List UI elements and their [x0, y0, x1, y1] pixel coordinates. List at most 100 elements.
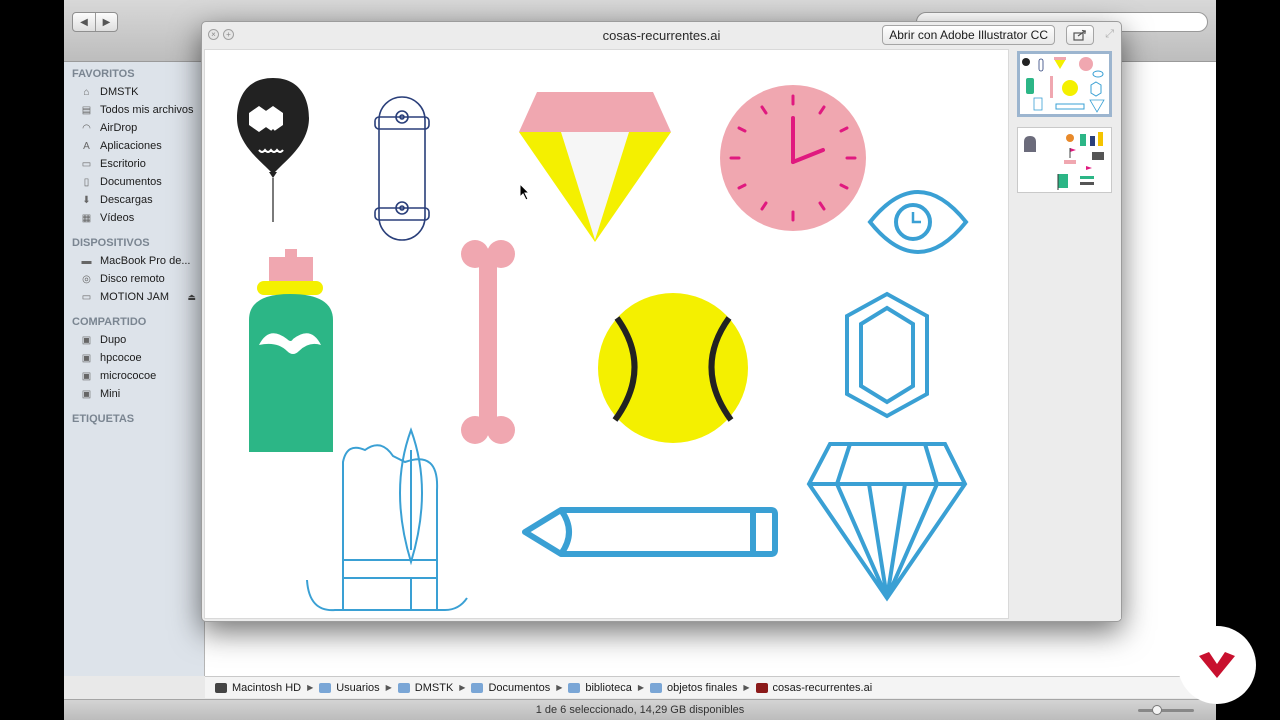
status-text: 1 de 6 seleccionado, 14,29 GB disponible…	[535, 704, 745, 716]
share-icon	[1073, 29, 1086, 41]
status-bar: 1 de 6 seleccionado, 14,29 GB disponible…	[64, 699, 1216, 720]
sidebar-item[interactable]: ▭ MOTION JAM ⏏	[64, 288, 204, 306]
sidebar-item-label: Mini	[100, 388, 121, 400]
artboard-thumbnail-2[interactable]	[1017, 127, 1112, 193]
gem-yellow-illustration	[519, 92, 671, 242]
path-bar-item[interactable]: Macintosh HD	[215, 682, 301, 694]
sidebar-item-label: Escritorio	[100, 158, 146, 170]
sidebar-item[interactable]: A Aplicaciones	[64, 137, 204, 155]
documents-icon: ▯	[83, 176, 90, 188]
back-icon[interactable]: ◀	[73, 13, 95, 31]
icon-size-slider-knob[interactable]	[1152, 705, 1162, 715]
icon-size-slider[interactable]	[1138, 709, 1194, 712]
sidebar-item-label: MOTION JAM	[100, 291, 170, 303]
path-bar: Macintosh HD ▶ Usuarios ▶ DMSTK ▶ Documentos ▶ b…	[205, 676, 1216, 698]
applications-icon: A	[83, 140, 90, 152]
sidebar-item[interactable]: ⌂ DMSTK	[64, 83, 204, 101]
artboard-thumbnails	[1010, 49, 1121, 619]
network-computer-icon: ▣	[81, 334, 92, 346]
path-bar-label: DMSTK	[414, 681, 454, 694]
sidebar-item-label: Vídeos	[100, 212, 135, 224]
sidebar-item-label: Aplicaciones	[100, 140, 162, 152]
network-computer-icon: ▣	[81, 388, 92, 400]
home-icon: ⌂	[83, 86, 90, 98]
sled-chair-illustration	[306, 427, 468, 612]
eject-icon[interactable]: ⏏	[187, 292, 196, 303]
zoom-plus-icon[interactable]: +	[223, 29, 234, 40]
path-bar-item[interactable]: Documentos	[471, 682, 550, 694]
sidebar-item-label: hpcocoe	[100, 352, 142, 364]
finder-sidebar: FAVORITOS ⌂ DMSTK ▤ Todos mis archivos ◠ AirDr…	[64, 62, 205, 676]
folder-icon	[397, 682, 410, 693]
path-bar-label: Usuarios	[336, 681, 380, 694]
sidebar-item[interactable]: ▦ Vídeos	[64, 209, 204, 227]
eye-illustration	[867, 190, 969, 254]
path-separator-icon: ▶	[385, 683, 392, 692]
path-bar-item[interactable]: Usuarios	[319, 681, 380, 694]
mouse-pointer-icon	[519, 183, 531, 201]
sidebar-item-label: DMSTK	[100, 86, 139, 98]
sidebar-item[interactable]: ◠ AirDrop	[64, 119, 204, 137]
brand-logo	[1178, 626, 1256, 704]
path-separator-icon: ▶	[459, 683, 466, 692]
sidebar-item-label: Disco remoto	[100, 273, 165, 285]
share-button[interactable]	[1066, 25, 1094, 45]
path-bar-label: Documentos	[488, 681, 551, 694]
path-bar-item[interactable]: DMSTK	[397, 681, 454, 694]
pencil-illustration	[522, 507, 778, 557]
sidebar-item-label: Dupo	[100, 334, 127, 346]
desktop-icon: ▭	[81, 158, 92, 170]
folder-icon	[568, 682, 581, 693]
sidebar-item[interactable]: ⬇ Descargas	[64, 191, 204, 209]
laptop-icon: ▬	[81, 255, 92, 267]
sidebar-section-header[interactable]: ETIQUETAS	[64, 409, 204, 428]
sidebar-item-label: micrococoe	[100, 370, 157, 382]
spray-can-illustration	[249, 249, 333, 452]
path-bar-item[interactable]: objetos finales	[650, 682, 737, 694]
sidebar-item[interactable]: ▣ Dupo	[64, 331, 204, 349]
path-bar-item[interactable]: cosas-recurrentes.ai	[755, 682, 872, 694]
open-with-label: Abrir con Adobe Illustrator CC	[889, 28, 1048, 42]
sidebar-item[interactable]: ◎ Disco remoto	[64, 270, 204, 288]
open-with-button[interactable]: Abrir con Adobe Illustrator CC	[882, 25, 1055, 45]
network-computer-icon: ▣	[81, 352, 92, 364]
network-computer-icon: ▣	[81, 370, 92, 382]
sidebar-item-label: Documentos	[100, 176, 162, 188]
artboard-thumbnail-1[interactable]	[1017, 51, 1112, 117]
folder-icon	[650, 682, 663, 693]
airdrop-icon: ◠	[82, 122, 91, 134]
quicklook-window: cosas-recurrentes.ai × + Abrir con Adobe…	[201, 21, 1122, 622]
sidebar-item[interactable]: ▭ Escritorio	[64, 155, 204, 173]
downloads-icon: ⬇	[82, 194, 91, 206]
illustration	[237, 78, 969, 612]
sidebar-section-header[interactable]: COMPARTIDO	[64, 312, 204, 331]
sidebar-item[interactable]: ▣ hpcocoe	[64, 349, 204, 367]
sidebar-item-label: Descargas	[100, 194, 153, 206]
back-forward-buttons[interactable]: ◀ ▶	[72, 12, 118, 32]
sidebar-item[interactable]: ▯ Documentos	[64, 173, 204, 191]
path-bar-label: biblioteca	[585, 681, 632, 694]
path-bar-label: objetos finales	[667, 681, 738, 694]
sidebar-item-label: Todos mis archivos	[100, 104, 194, 116]
sidebar-item[interactable]: ▣ Mini	[64, 385, 204, 403]
folder-icon	[319, 682, 332, 693]
quicklook-title: cosas-recurrentes.ai	[602, 27, 721, 43]
sidebar-item[interactable]: ▤ Todos mis archivos	[64, 101, 204, 119]
all-files-icon: ▤	[81, 104, 92, 116]
sidebar-item[interactable]: ▣ micrococoe	[64, 367, 204, 385]
path-separator-icon: ▶	[637, 683, 645, 692]
gem-hexagon-illustration	[845, 291, 929, 419]
path-bar-item[interactable]: biblioteca	[568, 681, 632, 694]
movies-icon: ▦	[81, 212, 92, 224]
sidebar-item-label: MacBook Pro de...	[100, 255, 191, 267]
sidebar-item[interactable]: ▬ MacBook Pro de...	[64, 252, 204, 270]
hard-drive-icon	[215, 682, 227, 693]
ai-file-icon	[755, 682, 768, 693]
bone-illustration	[461, 240, 515, 444]
sidebar-section-header[interactable]: FAVORITOS	[64, 64, 204, 83]
fullscreen-icon[interactable]: ⤢	[1105, 28, 1114, 41]
sidebar-item-label: AirDrop	[100, 122, 138, 134]
close-icon[interactable]: ×	[208, 29, 219, 40]
forward-icon[interactable]: ▶	[95, 13, 117, 31]
sidebar-section-header[interactable]: DISPOSITIVOS	[64, 233, 204, 252]
